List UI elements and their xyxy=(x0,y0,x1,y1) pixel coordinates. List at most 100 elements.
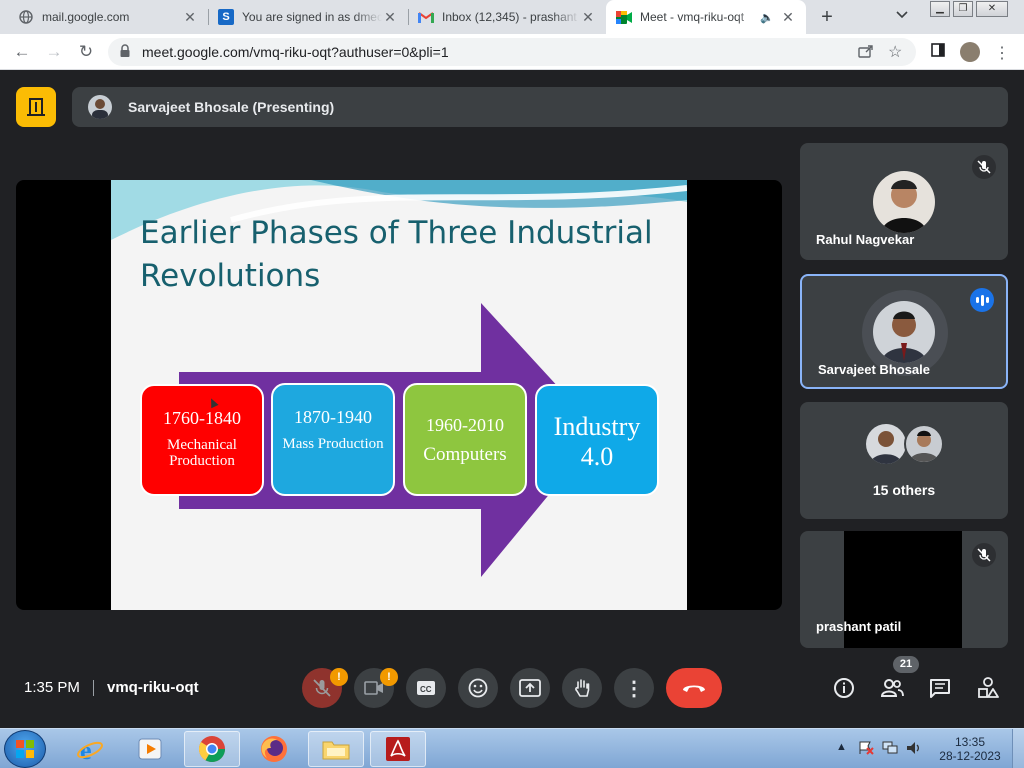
chat-button[interactable] xyxy=(928,676,952,700)
new-tab-button[interactable]: + xyxy=(816,6,838,29)
close-icon[interactable]: ✕ xyxy=(182,9,198,26)
presenting-bar: Sarvajeet Bhosale (Presenting) xyxy=(72,87,1008,127)
phase-year: 1960-2010 xyxy=(426,415,504,435)
chrome-taskbar-button[interactable] xyxy=(184,731,240,767)
chat-icon xyxy=(930,679,950,698)
phase-year: Industry xyxy=(553,412,641,441)
meeting-time: 1:35 PM xyxy=(24,679,80,696)
minimize-button[interactable]: ▁ xyxy=(930,1,950,17)
participant-tile-others[interactable]: 15 others xyxy=(800,402,1008,519)
raise-hand-button[interactable] xyxy=(562,668,602,708)
start-button[interactable] xyxy=(4,730,46,768)
slide: Earlier Phases of Three Industrial Revol… xyxy=(111,180,687,610)
camera-warning-badge: ! xyxy=(380,668,398,686)
close-window-button[interactable]: ✕ xyxy=(976,1,1008,17)
speaker-icon[interactable]: 🔈 xyxy=(760,11,774,24)
phase-year: 1870-1940 xyxy=(294,407,372,427)
tray-expand-icon[interactable]: ▲ xyxy=(836,741,847,753)
close-icon[interactable]: ✕ xyxy=(382,9,398,26)
star-icon[interactable]: ☆ xyxy=(888,42,902,62)
restore-button[interactable]: ❐ xyxy=(953,1,973,17)
tab-title: mail.google.com xyxy=(42,10,130,24)
captions-icon: CC xyxy=(417,681,435,695)
back-icon[interactable]: ← xyxy=(12,42,32,62)
action-center-icon[interactable] xyxy=(858,741,874,758)
present-icon xyxy=(519,679,541,697)
more-vert-icon: ⋮ xyxy=(624,677,644,700)
share-icon[interactable] xyxy=(858,44,874,63)
internet-explorer-button[interactable]: e xyxy=(62,731,118,767)
ie-icon: e xyxy=(77,736,103,763)
hang-up-icon xyxy=(683,685,705,692)
captions-button[interactable]: CC xyxy=(406,668,446,708)
participant-tile[interactable]: Rahul Nagvekar xyxy=(800,143,1008,260)
emoji-icon xyxy=(468,678,488,698)
participant-tile[interactable]: prashant patil xyxy=(800,531,1008,648)
network-icon[interactable] xyxy=(882,741,898,758)
close-icon[interactable]: ✕ xyxy=(580,9,596,26)
profile-avatar[interactable] xyxy=(960,42,980,62)
activities-button[interactable] xyxy=(976,676,1000,700)
phase-label: Mechanical Production xyxy=(167,437,237,469)
present-now-button[interactable] xyxy=(510,668,550,708)
people-button[interactable] xyxy=(880,676,904,700)
taskbar-clock[interactable]: 13:35 28-12-2023 xyxy=(938,735,1002,763)
tab-mail[interactable]: mail.google.com ✕ xyxy=(8,0,208,34)
close-icon[interactable]: ✕ xyxy=(780,9,796,26)
more-vert-icon[interactable]: ⋮ xyxy=(992,43,1012,63)
lock-icon[interactable] xyxy=(120,44,130,58)
firefox-icon xyxy=(261,736,287,762)
door-icon[interactable] xyxy=(16,87,56,127)
show-desktop-button[interactable] xyxy=(1012,729,1024,768)
windows-logo-icon xyxy=(16,740,34,758)
participant-name: prashant patil xyxy=(816,619,902,634)
file-explorer-button[interactable] xyxy=(308,731,364,767)
participant-name: Rahul Nagvekar xyxy=(816,232,915,247)
more-options-button[interactable]: ⋮ xyxy=(614,668,654,708)
participant-tile-active[interactable]: Sarvajeet Bhosale xyxy=(800,274,1008,389)
side-panel-icon[interactable] xyxy=(928,43,948,61)
firefox-button[interactable] xyxy=(246,731,302,767)
leave-call-button[interactable] xyxy=(666,668,722,708)
chrome-icon xyxy=(198,736,226,763)
chevron-down-icon[interactable] xyxy=(896,8,908,22)
info-icon xyxy=(834,678,854,698)
media-player-icon xyxy=(138,738,162,760)
tab-title: Meet - vmq-riku-oqt xyxy=(640,10,745,24)
reactions-button[interactable] xyxy=(458,668,498,708)
phase-box-mass: 1870-1940 Mass Production xyxy=(271,383,395,496)
people-count-badge: 21 xyxy=(893,656,919,673)
participant-avatar xyxy=(873,301,935,363)
pdf-reader-button[interactable] xyxy=(370,731,426,767)
presentation-stage[interactable]: Earlier Phases of Three Industrial Revol… xyxy=(16,180,782,610)
hand-icon xyxy=(575,679,590,697)
volume-icon[interactable] xyxy=(906,741,922,758)
slide-title: Earlier Phases of Three Industrial Revol… xyxy=(140,215,653,294)
participant-avatar xyxy=(904,424,944,464)
tab-meet[interactable]: Meet - vmq-riku-oqt 🔈 ✕ xyxy=(606,0,806,34)
globe-icon xyxy=(18,9,34,25)
meeting-code[interactable]: vmq-riku-oqt xyxy=(107,679,199,696)
tab-signed-in[interactable]: S You are signed in as dmec ✕ xyxy=(208,0,408,34)
phase-box-mechanical: 1760-1840 Mechanical Production xyxy=(140,384,264,496)
tab-title: Inbox (12,345) - prashant xyxy=(442,10,577,24)
address-bar[interactable]: meet.google.com/vmq-riku-oqt?authuser=0&… xyxy=(108,38,916,66)
divider xyxy=(93,680,94,696)
phase-box-industry: Industry 4.0 xyxy=(535,384,659,496)
tab-inbox[interactable]: Inbox (12,345) - prashant ✕ xyxy=(408,0,606,34)
people-icon xyxy=(880,679,904,697)
reload-icon[interactable]: ↻ xyxy=(76,42,96,62)
camera-off-icon xyxy=(364,681,383,695)
others-count-label: 15 others xyxy=(872,482,936,498)
tab-title: You are signed in as dmec xyxy=(242,10,382,24)
url-text: meet.google.com/vmq-riku-oqt?authuser=0&… xyxy=(142,44,449,60)
media-player-button[interactable] xyxy=(122,731,178,767)
activities-icon xyxy=(978,677,999,698)
s-icon: S xyxy=(218,9,234,25)
meeting-info-button[interactable] xyxy=(832,676,856,700)
presenter-name: Sarvajeet Bhosale (Presenting) xyxy=(128,99,335,115)
acrobat-icon xyxy=(386,737,410,761)
speaking-indicator-icon xyxy=(970,288,994,312)
mic-warning-badge: ! xyxy=(330,668,348,686)
forward-icon[interactable]: → xyxy=(44,42,64,62)
